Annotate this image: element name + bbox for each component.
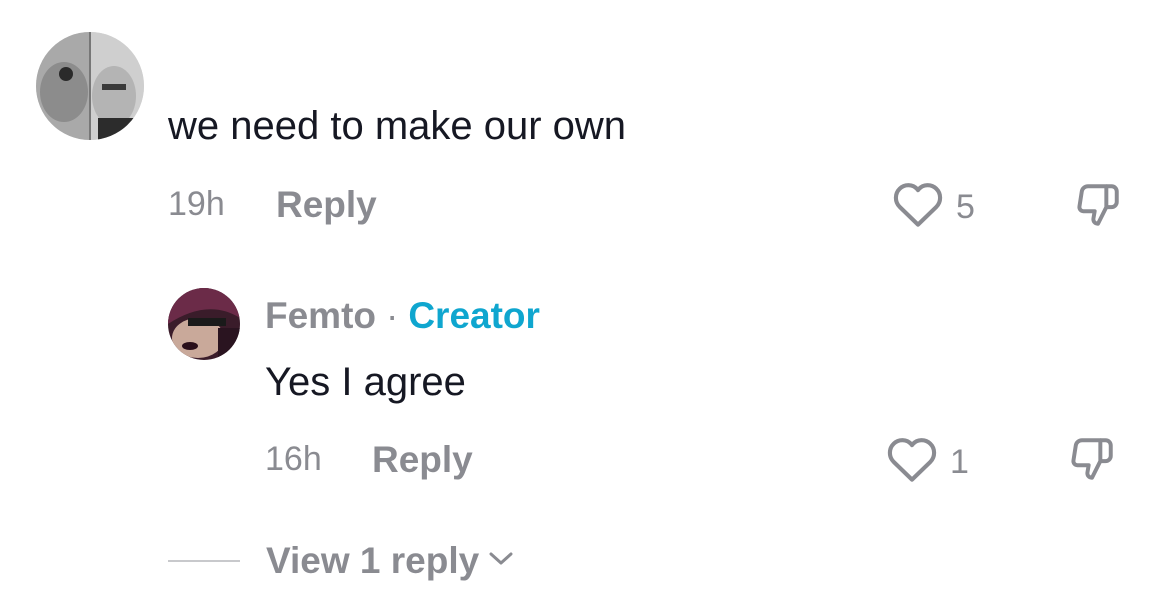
reply-item: Femto · Creator Yes I agree 16h Reply 1: [0, 270, 1170, 490]
reply-username[interactable]: Femto: [265, 295, 376, 336]
thumbs-down-icon: [1072, 184, 1124, 234]
reply-like-count: 1: [950, 442, 969, 481]
comment-dislike-button[interactable]: [1072, 180, 1124, 235]
view-replies-divider: [168, 559, 240, 562]
heart-outline-icon: [892, 180, 944, 233]
creator-badge: Creator: [408, 295, 540, 336]
heart-outline-icon: [886, 435, 938, 488]
comment-text: we need to make our own: [168, 104, 627, 148]
chevron-down-icon: [487, 548, 515, 573]
separator-dot: ·: [386, 295, 399, 336]
reply-reply-button[interactable]: Reply: [372, 441, 473, 478]
comment-timestamp: 19h: [168, 185, 225, 223]
comment-like-button[interactable]: 5: [892, 180, 975, 233]
comment-item: we need to make our own 19h Reply 5: [0, 0, 1170, 250]
comment-reply-button[interactable]: Reply: [276, 186, 377, 223]
view-replies-button[interactable]: View 1 reply: [168, 542, 515, 579]
reply-text: Yes I agree: [265, 360, 466, 404]
reply-dislike-button[interactable]: [1066, 434, 1118, 489]
reply-avatar[interactable]: [168, 288, 240, 360]
reply-like-button[interactable]: 1: [886, 435, 969, 488]
commenter-avatar[interactable]: [36, 32, 144, 140]
view-replies-label: View 1 reply: [266, 540, 480, 581]
thumbs-down-icon: [1066, 438, 1118, 488]
reply-author-row: Femto · Creator: [265, 297, 540, 334]
reply-timestamp: 16h: [265, 440, 322, 478]
comment-like-count: 5: [956, 187, 975, 226]
